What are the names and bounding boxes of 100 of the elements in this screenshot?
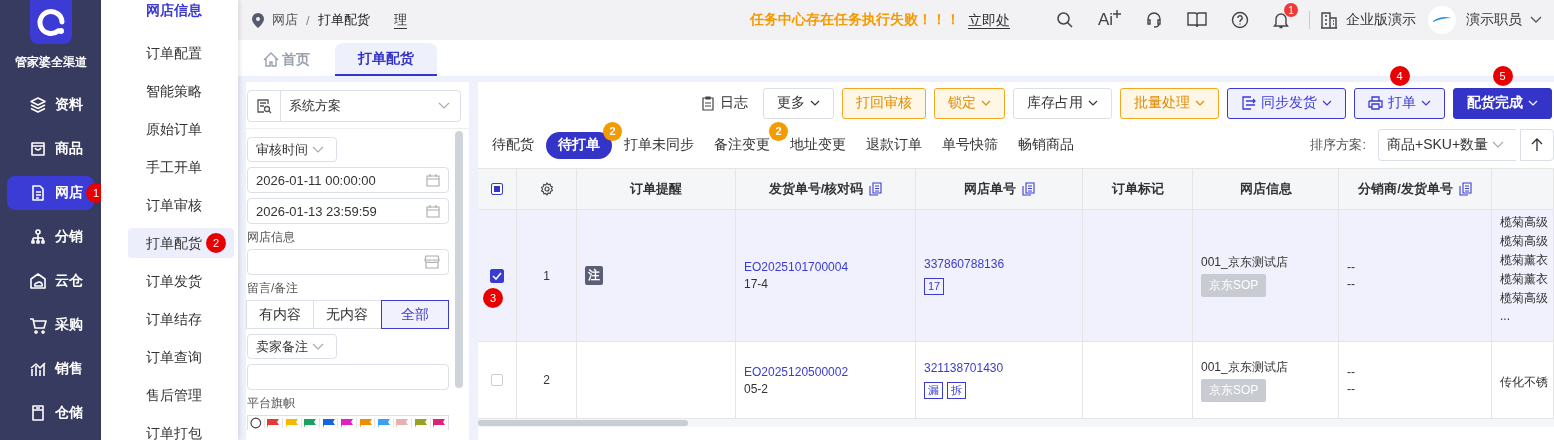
submenu-item[interactable]: 智能策略 xyxy=(128,76,234,106)
no-flag-icon[interactable] xyxy=(250,417,262,429)
distributor-text: -- xyxy=(1347,260,1355,274)
toolbar-button[interactable]: 配货完成 xyxy=(1453,87,1552,119)
help-icon[interactable] xyxy=(1231,11,1249,29)
notification-bell-icon[interactable] xyxy=(1273,11,1289,29)
search-icon[interactable] xyxy=(1055,11,1074,29)
submenu-item[interactable]: 订单发货 xyxy=(128,266,234,296)
delivery-number-link[interactable]: EO2025120500002 xyxy=(744,364,849,379)
shop-order-link[interactable]: 321138701430 xyxy=(924,361,1004,375)
sidebar-item[interactable]: 分销 xyxy=(7,220,94,254)
date-type-select[interactable]: 审核时间 xyxy=(247,137,337,162)
start-date-field[interactable]: 2026-01-11 00:00:00 xyxy=(247,167,449,193)
sort-label: 排序方案: xyxy=(1310,136,1366,154)
toolbar-button[interactable]: 打单 xyxy=(1354,87,1445,119)
copy-icon[interactable] xyxy=(1021,182,1035,196)
settings-icon[interactable] xyxy=(539,182,554,196)
sync-icon xyxy=(1241,96,1256,110)
product-text: 榄菊薰衣 xyxy=(1500,271,1548,288)
column-header: 发货单号/核对码 xyxy=(768,180,864,198)
delivery-number-link[interactable]: EO2025101700004 xyxy=(744,260,849,274)
count-badge: 2 xyxy=(603,121,622,141)
shop-name: 001_京东测试店 xyxy=(1201,358,1288,376)
status-tab[interactable]: 单号快筛 xyxy=(934,131,1006,159)
sidebar-item[interactable]: 销售 xyxy=(7,352,94,386)
chevron-down-icon xyxy=(312,342,324,351)
shop-field[interactable] xyxy=(247,249,449,275)
note-tag: 注 xyxy=(585,266,603,285)
company-name[interactable]: 企业版演示 xyxy=(1346,11,1416,29)
sidebar-item[interactable]: 采购 xyxy=(7,308,94,342)
sidebar-item[interactable]: 仓储 xyxy=(7,396,94,430)
field-label: 网店信息 xyxy=(247,229,296,246)
status-tab[interactable]: 畅销商品 xyxy=(1010,131,1082,159)
submenu-item[interactable]: 订单审核 xyxy=(128,190,234,220)
sidebar-item[interactable]: 云仓 xyxy=(7,264,94,298)
segment-option[interactable]: 有内容 xyxy=(246,300,315,329)
bag-icon xyxy=(29,140,47,158)
scrollbar[interactable] xyxy=(455,131,463,388)
product-text: 榄菊薰衣 xyxy=(1500,252,1548,269)
note-type-select[interactable]: 卖家备注 xyxy=(247,334,337,359)
copy-icon[interactable] xyxy=(1458,182,1472,196)
submenu-item[interactable]: 订单结存 xyxy=(128,304,234,334)
shop-order-link[interactable]: 337860788136 xyxy=(924,256,1005,271)
clipboard-icon xyxy=(701,95,715,111)
submenu-item[interactable]: 订单查询 xyxy=(128,342,234,372)
cart-icon xyxy=(29,316,47,334)
order-tag: 17 xyxy=(924,277,945,295)
scheme-select[interactable]: 系统方案 xyxy=(247,90,461,122)
ai-assistant-button[interactable]: Ai xyxy=(1097,10,1121,30)
sidebar-item[interactable]: 网店 xyxy=(7,176,94,210)
menu-text[interactable]: 理 xyxy=(393,11,407,29)
submenu-item[interactable]: 售后管理 xyxy=(128,380,234,410)
user-name[interactable]: 演示职员 xyxy=(1466,11,1522,29)
submenu-item[interactable]: 原始订单 xyxy=(128,114,234,144)
handle-now-link[interactable]: 立即处 xyxy=(967,11,1010,29)
toolbar-button[interactable]: 更多 xyxy=(763,87,834,119)
distributor-text: -- xyxy=(1347,364,1355,379)
plus-icon xyxy=(1113,10,1121,18)
segment-option[interactable]: 全部 xyxy=(380,300,449,329)
status-tab[interactable]: 待配货 xyxy=(484,131,542,159)
layers-icon xyxy=(29,96,47,114)
toolbar-button[interactable]: 库存占用 xyxy=(1013,87,1112,119)
sidebar-item[interactable]: 资料 xyxy=(7,88,94,122)
headset-icon[interactable] xyxy=(1145,11,1163,29)
document-search-icon xyxy=(256,98,272,114)
distributor-text: -- xyxy=(1347,277,1355,291)
field-label: 平台旗帜 xyxy=(247,395,296,412)
note-field[interactable] xyxy=(247,364,449,390)
chevron-down-icon[interactable] xyxy=(1530,16,1542,24)
row-checkbox[interactable] xyxy=(490,268,504,283)
toolbar-button[interactable]: 同步发货 xyxy=(1227,87,1346,119)
scrollbar[interactable] xyxy=(478,420,688,426)
check-code: 05-2 xyxy=(744,381,769,396)
book-icon[interactable] xyxy=(1187,11,1207,29)
submenu-item[interactable]: 订单打包 xyxy=(128,418,234,440)
sidebar-item[interactable]: 商品 xyxy=(7,132,94,166)
chevron-down-icon xyxy=(1492,141,1505,149)
end-date-field[interactable]: 2026-01-13 23:59:59 xyxy=(247,198,449,224)
column-header: 订单标记 xyxy=(1111,180,1164,198)
sort-select[interactable]: 商品+SKU+数量 xyxy=(1378,129,1516,161)
chart-icon xyxy=(29,360,47,378)
sort-direction-button[interactable] xyxy=(1520,129,1554,161)
avatar-icon[interactable] xyxy=(1428,6,1456,34)
submenu-item[interactable]: 订单配置 xyxy=(128,38,234,68)
breadcrumb-item[interactable]: 网店 xyxy=(272,11,298,29)
submenu-item[interactable]: 手工开单 xyxy=(128,152,234,182)
breadcrumb-item: 打单配货 xyxy=(317,11,370,29)
copy-icon[interactable] xyxy=(869,182,883,196)
row-number: 1 xyxy=(543,268,550,283)
arrow-up-icon xyxy=(1531,138,1543,152)
select-all-checkbox[interactable] xyxy=(491,183,503,195)
chevron-down-icon xyxy=(312,145,324,154)
step-marker: 3 xyxy=(483,288,503,308)
page-tab[interactable]: 打单配货 xyxy=(335,43,437,76)
printer-icon xyxy=(1368,96,1383,110)
product-text: 榄菊高级 xyxy=(1500,290,1548,307)
status-tab[interactable]: 退款订单 xyxy=(858,131,930,159)
app-logo-icon xyxy=(29,0,72,44)
location-pin-icon xyxy=(252,12,264,28)
toolbar-button[interactable]: 日志 xyxy=(694,87,755,119)
